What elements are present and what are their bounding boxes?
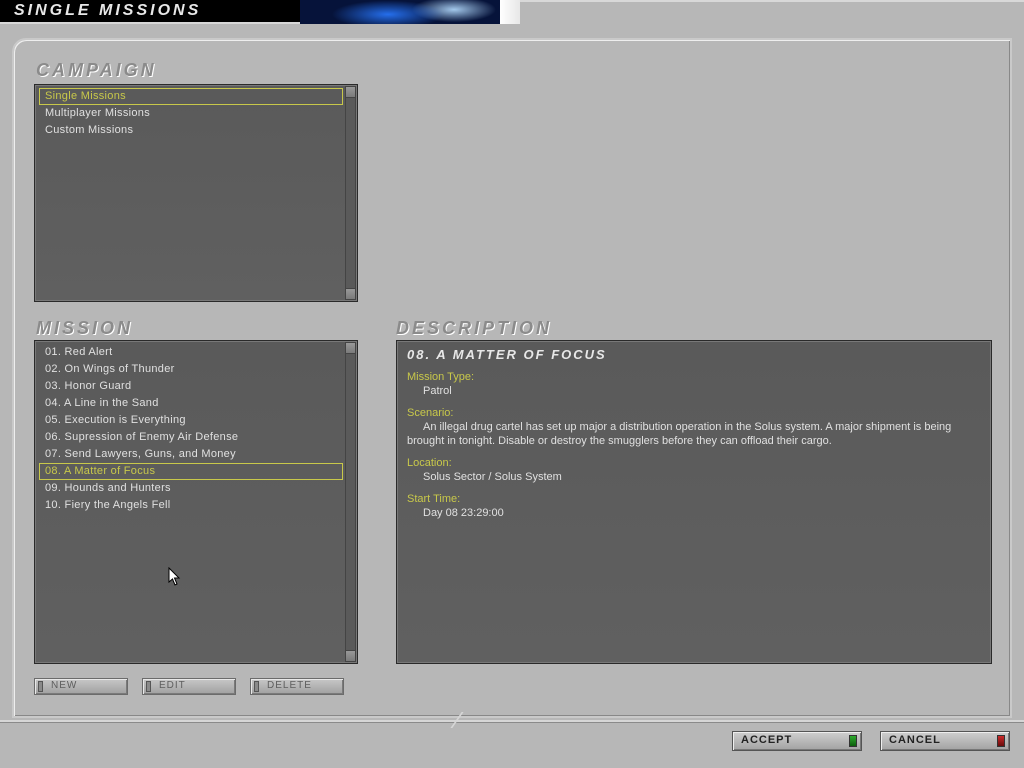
mission-type-label: Mission Type: bbox=[407, 371, 474, 383]
scroll-down-icon[interactable] bbox=[345, 288, 356, 300]
section-title-description: DESCRIPTION bbox=[396, 318, 552, 339]
scrollbar[interactable] bbox=[345, 86, 356, 300]
campaign-item[interactable]: Multiplayer Missions bbox=[39, 105, 343, 122]
cancel-indicator-icon bbox=[997, 735, 1005, 747]
footer-button-row: ACCEPT CANCEL bbox=[732, 731, 1010, 751]
delete-button-label: DELETE bbox=[267, 680, 312, 691]
accept-indicator-icon bbox=[849, 735, 857, 747]
description-mission-title: 08. A MATTER OF FOCUS bbox=[407, 347, 981, 362]
mission-item[interactable]: 08. A Matter of Focus bbox=[39, 463, 343, 480]
mission-button-row: NEW EDIT DELETE bbox=[34, 678, 344, 695]
delete-mission-button[interactable]: DELETE bbox=[250, 678, 344, 695]
mission-item[interactable]: 04. A Line in the Sand bbox=[39, 395, 343, 412]
campaign-item[interactable]: Custom Missions bbox=[39, 122, 343, 139]
button-notch-icon bbox=[254, 681, 259, 692]
top-bar: SINGLE MISSIONS bbox=[0, 0, 1024, 24]
new-button-label: NEW bbox=[51, 680, 77, 691]
scroll-track[interactable] bbox=[345, 354, 356, 650]
scenario-label: Scenario: bbox=[407, 406, 981, 420]
location-label: Location: bbox=[407, 457, 452, 469]
cancel-button[interactable]: CANCEL bbox=[880, 731, 1010, 751]
scroll-up-icon[interactable] bbox=[345, 86, 356, 98]
mission-item[interactable]: 10. Fiery the Angels Fell bbox=[39, 497, 343, 514]
mission-item[interactable]: 01. Red Alert bbox=[39, 344, 343, 361]
description-panel: 08. A MATTER OF FOCUS Mission Type: Patr… bbox=[396, 340, 992, 664]
mission-item[interactable]: 05. Execution is Everything bbox=[39, 412, 343, 429]
edit-mission-button[interactable]: EDIT bbox=[142, 678, 236, 695]
new-mission-button[interactable]: NEW bbox=[34, 678, 128, 695]
topbar-right-fill bbox=[520, 0, 1024, 24]
bottom-separator bbox=[0, 720, 1024, 722]
mission-item[interactable]: 03. Honor Guard bbox=[39, 378, 343, 395]
scroll-down-icon[interactable] bbox=[345, 650, 356, 662]
scroll-up-icon[interactable] bbox=[345, 342, 356, 354]
cancel-label: CANCEL bbox=[889, 734, 941, 746]
nebula-art bbox=[300, 0, 520, 24]
start-time-label: Start Time: bbox=[407, 493, 460, 505]
campaign-item[interactable]: Single Missions bbox=[39, 88, 343, 105]
mission-list: 01. Red Alert02. On Wings of Thunder03. … bbox=[39, 344, 343, 660]
mission-item[interactable]: 02. On Wings of Thunder bbox=[39, 361, 343, 378]
scrollbar[interactable] bbox=[345, 342, 356, 662]
section-title-mission: MISSION bbox=[36, 318, 133, 339]
mission-list-panel: 01. Red Alert02. On Wings of Thunder03. … bbox=[34, 340, 358, 664]
scroll-track[interactable] bbox=[345, 98, 356, 288]
campaign-list-panel: Single MissionsMultiplayer MissionsCusto… bbox=[34, 84, 358, 302]
location-value: Solus Sector / Solus System bbox=[407, 470, 981, 484]
mission-type-value: Patrol bbox=[407, 384, 981, 398]
edit-button-label: EDIT bbox=[159, 680, 186, 691]
start-time-value: Day 08 23:29:00 bbox=[407, 506, 981, 520]
campaign-list: Single MissionsMultiplayer MissionsCusto… bbox=[39, 88, 343, 298]
button-notch-icon bbox=[146, 681, 151, 692]
button-notch-icon bbox=[38, 681, 43, 692]
mission-item[interactable]: 07. Send Lawyers, Guns, and Money bbox=[39, 446, 343, 463]
mission-item[interactable]: 06. Supression of Enemy Air Defense bbox=[39, 429, 343, 446]
section-title-campaign: CAMPAIGN bbox=[36, 60, 157, 81]
mission-item[interactable]: 09. Hounds and Hunters bbox=[39, 480, 343, 497]
main-frame: CAMPAIGN Single MissionsMultiplayer Miss… bbox=[12, 38, 1012, 718]
accept-button[interactable]: ACCEPT bbox=[732, 731, 862, 751]
scenario-text: An illegal drug cartel has set up major … bbox=[407, 420, 981, 448]
accept-label: ACCEPT bbox=[741, 734, 792, 746]
screen-title: SINGLE MISSIONS bbox=[14, 2, 201, 20]
